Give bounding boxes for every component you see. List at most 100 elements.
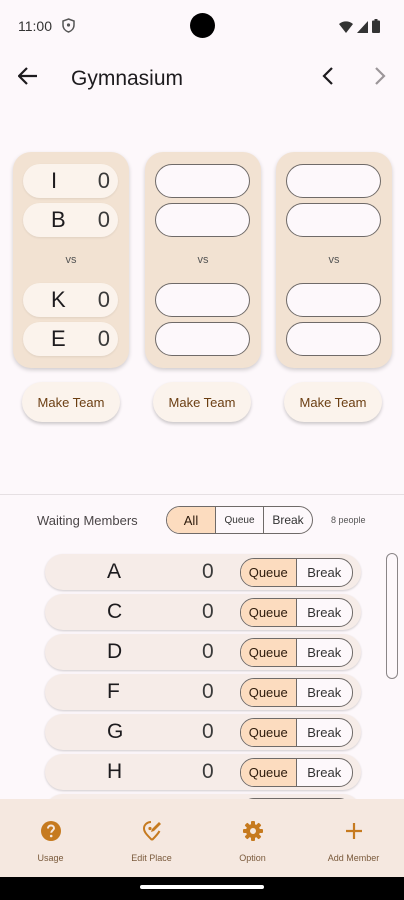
member-row[interactable]: G 0 Queue Break: [45, 714, 361, 750]
break-button[interactable]: Break: [297, 759, 353, 786]
waiting-member-list: A 0 Queue Break C 0 Queue Break D 0 Queu…: [0, 550, 404, 800]
nav-edit-place-label: Edit Place: [131, 853, 172, 863]
member-filter: All Queue Break: [166, 506, 313, 534]
nav-add-member[interactable]: Add Member: [303, 799, 404, 877]
nav-usage-label: Usage: [37, 853, 64, 863]
member-status-toggle: Queue Break: [240, 758, 353, 787]
vs-label: vs: [197, 254, 209, 266]
member-name: D: [107, 640, 123, 663]
gear-icon: [242, 820, 264, 842]
nav-option[interactable]: Option: [202, 799, 303, 877]
edit-place-icon: [141, 820, 163, 842]
court-1: I 0 B 0 vs K 0 E 0: [13, 152, 129, 368]
bottom-navigation: Usage Edit Place Option Add Member: [0, 799, 404, 877]
nav-option-label: Option: [239, 853, 266, 863]
arrow-left-icon: [17, 66, 38, 90]
court-slot-empty[interactable]: [155, 322, 250, 356]
screen: 11:00 Gymnasium I 0 B 0 vs K 0 E 0 vs vs…: [0, 0, 404, 900]
queue-button[interactable]: Queue: [241, 599, 297, 626]
chevron-left-icon: [322, 66, 334, 91]
court-2: vs: [145, 152, 261, 368]
previous-place-button[interactable]: [314, 64, 342, 92]
queue-button[interactable]: Queue: [241, 759, 297, 786]
court-slot[interactable]: I 0: [23, 164, 118, 198]
filter-break-button[interactable]: Break: [264, 507, 312, 533]
nav-edit-place[interactable]: Edit Place: [101, 799, 202, 877]
status-bar: 11:00: [0, 0, 404, 54]
player-score: 0: [97, 287, 110, 312]
app-bar: Gymnasium: [0, 54, 404, 106]
back-button[interactable]: [14, 64, 42, 92]
member-row[interactable]: F 0 Queue Break: [45, 674, 361, 710]
member-row[interactable]: H 0 Queue Break: [45, 754, 361, 790]
break-button[interactable]: Break: [297, 639, 353, 666]
member-score: 0: [202, 680, 214, 703]
wifi-icon: [339, 20, 353, 38]
make-team-button-court-2[interactable]: Make Team: [153, 382, 251, 422]
shield-icon: [62, 18, 75, 38]
member-row[interactable]: A 0 Queue Break: [45, 554, 361, 590]
nav-usage[interactable]: Usage: [0, 799, 101, 877]
break-button[interactable]: Break: [297, 559, 353, 586]
court-slot-empty[interactable]: [286, 203, 381, 237]
break-button[interactable]: Break: [297, 599, 353, 626]
court-slot-empty[interactable]: [286, 322, 381, 356]
make-team-button-court-1[interactable]: Make Team: [22, 382, 120, 422]
queue-button[interactable]: Queue: [241, 719, 297, 746]
court-slot-empty[interactable]: [286, 283, 381, 317]
member-score: 0: [202, 760, 214, 783]
court-slot-empty[interactable]: [155, 283, 250, 317]
system-navigation-bar: [0, 877, 404, 900]
court-slot[interactable]: K 0: [23, 283, 118, 317]
signal-icon: [357, 20, 368, 38]
court-slot-empty[interactable]: [155, 164, 250, 198]
member-status-toggle: Queue Break: [240, 638, 353, 667]
court-slot[interactable]: B 0: [23, 203, 118, 237]
list-scrollbar[interactable]: [386, 553, 398, 679]
player-name: B: [51, 207, 66, 232]
vs-label: vs: [65, 254, 77, 266]
member-score: 0: [202, 560, 214, 583]
next-place-button[interactable]: [366, 64, 394, 92]
queue-button[interactable]: Queue: [241, 679, 297, 706]
court-slot[interactable]: E 0: [23, 322, 118, 356]
member-score: 0: [202, 640, 214, 663]
home-indicator[interactable]: [140, 885, 264, 889]
waiting-members-label: Waiting Members: [37, 513, 138, 528]
break-button[interactable]: Break: [297, 719, 353, 746]
member-status-toggle: Queue Break: [240, 598, 353, 627]
court-slot-empty[interactable]: [286, 164, 381, 198]
player-name: K: [51, 287, 66, 312]
queue-button[interactable]: Queue: [241, 559, 297, 586]
player-score: 0: [97, 207, 110, 232]
filter-queue-button[interactable]: Queue: [216, 507, 264, 533]
plus-icon: [343, 820, 365, 842]
section-divider: [0, 494, 404, 495]
member-status-toggle: Queue Break: [240, 718, 353, 747]
member-status-toggle: Queue Break: [240, 558, 353, 587]
member-row[interactable]: C 0 Queue Break: [45, 594, 361, 630]
make-team-button-court-3[interactable]: Make Team: [284, 382, 382, 422]
status-icons: [339, 19, 380, 38]
player-score: 0: [97, 168, 110, 193]
chevron-right-icon: [374, 66, 386, 91]
people-count: 8 people: [331, 515, 366, 525]
nav-add-member-label: Add Member: [327, 853, 380, 863]
court-slot-empty[interactable]: [155, 203, 250, 237]
camera-cutout: [190, 13, 215, 38]
player-name: I: [51, 168, 58, 193]
member-name: F: [107, 680, 120, 703]
help-circle-icon: [40, 820, 62, 842]
player-name: E: [51, 326, 66, 351]
break-button[interactable]: Break: [297, 679, 353, 706]
status-time: 11:00: [18, 18, 52, 34]
member-score: 0: [202, 600, 214, 623]
battery-icon: [372, 19, 380, 38]
member-name: H: [107, 760, 123, 783]
member-row[interactable]: D 0 Queue Break: [45, 634, 361, 670]
filter-all-button[interactable]: All: [167, 507, 216, 533]
member-score: 0: [202, 720, 214, 743]
court-3: vs: [276, 152, 392, 368]
queue-button[interactable]: Queue: [241, 639, 297, 666]
member-name: A: [107, 560, 122, 583]
